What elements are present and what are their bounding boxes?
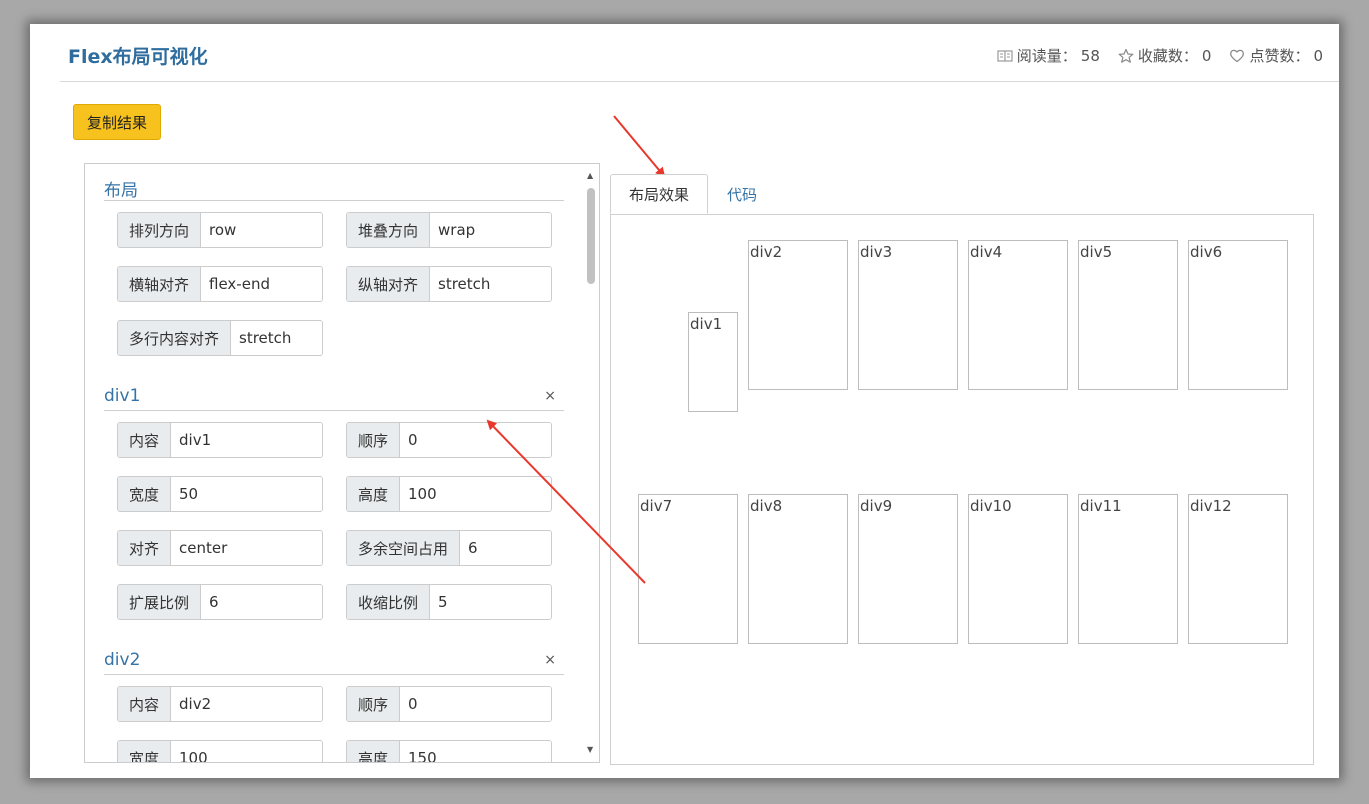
flex-wrap-label: 堆叠方向 bbox=[347, 213, 431, 247]
div2-width-label: 宽度 bbox=[118, 741, 172, 762]
div1-flex-basis-input[interactable] bbox=[460, 531, 551, 565]
div1-flex-grow-label: 扩展比例 bbox=[118, 585, 202, 619]
div1-section-title: div1 bbox=[104, 386, 141, 406]
preview-box-div1: div1 bbox=[688, 312, 738, 412]
div2-section-title: div2 bbox=[104, 650, 141, 670]
div1-height-field[interactable]: 高度 bbox=[346, 476, 552, 512]
likes-stat[interactable]: 点赞数： 0 bbox=[1229, 45, 1323, 66]
preview-box-div11: div11 bbox=[1078, 494, 1178, 644]
flex-direction-field[interactable]: 排列方向 bbox=[117, 212, 323, 248]
div1-order-label: 顺序 bbox=[347, 423, 401, 457]
arrow-to-preview-tab bbox=[613, 115, 666, 178]
views-label: 阅读量： bbox=[1016, 47, 1077, 65]
div1-content-field[interactable]: 内容 bbox=[117, 422, 323, 458]
copy-result-button[interactable]: 复制结果 bbox=[73, 104, 161, 140]
div1-width-label: 宽度 bbox=[118, 477, 172, 511]
div1-height-input[interactable] bbox=[400, 477, 551, 511]
div2-content-field[interactable]: 内容 bbox=[117, 686, 323, 722]
flex-direction-input[interactable] bbox=[201, 213, 322, 247]
preview-box-div5: div5 bbox=[1078, 240, 1178, 390]
justify-content-input[interactable] bbox=[201, 267, 322, 301]
page-title: Flex布局可视化 bbox=[68, 46, 208, 68]
div1-flex-grow-field[interactable]: 扩展比例 bbox=[117, 584, 323, 620]
preview-box-div9: div9 bbox=[858, 494, 958, 644]
div1-flex-basis-label: 多余空间占用 bbox=[347, 531, 461, 565]
layout-section-title: 布局 bbox=[104, 181, 138, 201]
align-content-input[interactable] bbox=[231, 321, 322, 355]
align-content-label: 多行内容对齐 bbox=[118, 321, 232, 355]
div2-section-header: div2 × bbox=[104, 650, 564, 675]
align-items-field[interactable]: 纵轴对齐 bbox=[346, 266, 552, 302]
preview-box-div12: div12 bbox=[1188, 494, 1288, 644]
preview-box-div8: div8 bbox=[748, 494, 848, 644]
views-count: 58 bbox=[1080, 46, 1100, 65]
justify-content-label: 横轴对齐 bbox=[118, 267, 202, 301]
div1-flex-basis-field[interactable]: 多余空间占用 bbox=[346, 530, 552, 566]
div1-flex-grow-input[interactable] bbox=[201, 585, 322, 619]
preview-box-div3: div3 bbox=[858, 240, 958, 390]
div1-content-input[interactable] bbox=[171, 423, 322, 457]
layout-preview-area: div1 div2 div3 div4 div5 div6 div7 div8 … bbox=[610, 214, 1314, 765]
layout-section-header: 布局 bbox=[104, 176, 564, 201]
div1-order-input[interactable] bbox=[400, 423, 551, 457]
div2-width-field[interactable]: 宽度 bbox=[117, 740, 323, 762]
config-panel[interactable]: 布局 排列方向 堆叠方向 横轴对齐 纵轴对齐 多行内容对齐 div1 × bbox=[84, 163, 600, 763]
scroll-down-icon[interactable]: ▼ bbox=[587, 746, 593, 754]
div2-content-label: 内容 bbox=[118, 687, 172, 721]
config-scrollbar[interactable]: ▲ ▼ bbox=[584, 164, 599, 762]
div2-height-input[interactable] bbox=[400, 741, 551, 762]
div1-flex-shrink-label: 收缩比例 bbox=[347, 585, 431, 619]
justify-content-field[interactable]: 横轴对齐 bbox=[117, 266, 323, 302]
book-icon bbox=[997, 49, 1013, 63]
div1-height-label: 高度 bbox=[347, 477, 401, 511]
preview-box-div6: div6 bbox=[1188, 240, 1288, 390]
likes-count: 0 bbox=[1313, 46, 1323, 65]
div2-height-field[interactable]: 高度 bbox=[346, 740, 552, 762]
tab-layout-preview[interactable]: 布局效果 bbox=[610, 174, 708, 214]
div1-align-self-label: 对齐 bbox=[118, 531, 172, 565]
flex-wrap-input[interactable] bbox=[430, 213, 551, 247]
div1-align-self-field[interactable]: 对齐 bbox=[117, 530, 323, 566]
div2-height-label: 高度 bbox=[347, 741, 401, 762]
div2-width-input[interactable] bbox=[171, 741, 322, 762]
div2-close-icon[interactable]: × bbox=[544, 652, 556, 668]
div2-order-field[interactable]: 顺序 bbox=[346, 686, 552, 722]
align-content-field[interactable]: 多行内容对齐 bbox=[117, 320, 323, 356]
preview-box-div7: div7 bbox=[638, 494, 738, 644]
star-icon bbox=[1118, 48, 1134, 64]
div1-content-label: 内容 bbox=[118, 423, 172, 457]
header-divider bbox=[60, 81, 1339, 82]
article-stats: 阅读量： 58 收藏数： 0 点赞数： 0 bbox=[997, 45, 1323, 66]
div1-order-field[interactable]: 顺序 bbox=[346, 422, 552, 458]
scroll-thumb[interactable] bbox=[587, 188, 595, 284]
scroll-up-icon[interactable]: ▲ bbox=[587, 172, 593, 180]
div1-width-field[interactable]: 宽度 bbox=[117, 476, 323, 512]
div1-flex-shrink-input[interactable] bbox=[430, 585, 551, 619]
div2-order-input[interactable] bbox=[400, 687, 551, 721]
align-items-label: 纵轴对齐 bbox=[347, 267, 431, 301]
heart-icon bbox=[1229, 48, 1245, 63]
div1-close-icon[interactable]: × bbox=[544, 388, 556, 404]
favorites-label: 收藏数： bbox=[1137, 47, 1198, 65]
tab-code[interactable]: 代码 bbox=[716, 174, 768, 214]
div1-align-self-input[interactable] bbox=[171, 531, 322, 565]
favorites-stat[interactable]: 收藏数： 0 bbox=[1118, 45, 1212, 66]
div1-width-input[interactable] bbox=[171, 477, 322, 511]
favorites-count: 0 bbox=[1201, 46, 1212, 65]
flex-direction-label: 排列方向 bbox=[118, 213, 202, 247]
div1-flex-shrink-field[interactable]: 收缩比例 bbox=[346, 584, 552, 620]
views-stat: 阅读量： 58 bbox=[997, 45, 1100, 66]
div2-content-input[interactable] bbox=[171, 687, 322, 721]
app-window: Flex布局可视化 阅读量： 58 收藏数： 0 点赞数： 0 复制结果 布局 … bbox=[30, 24, 1339, 778]
div1-section-header: div1 × bbox=[104, 386, 564, 411]
div2-order-label: 顺序 bbox=[347, 687, 401, 721]
likes-label: 点赞数： bbox=[1249, 47, 1310, 65]
flex-wrap-field[interactable]: 堆叠方向 bbox=[346, 212, 552, 248]
preview-box-div2: div2 bbox=[748, 240, 848, 390]
align-items-input[interactable] bbox=[430, 267, 551, 301]
preview-box-div4: div4 bbox=[968, 240, 1068, 390]
preview-box-div10: div10 bbox=[968, 494, 1068, 644]
